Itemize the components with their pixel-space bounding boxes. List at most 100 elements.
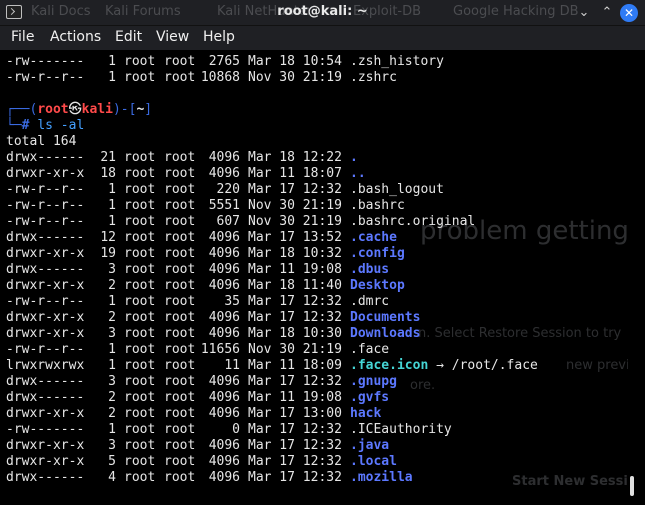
owner: root — [124, 374, 156, 389]
file-name: .bashrc — [350, 198, 405, 213]
modified-date: Nov 30 21:19 — [248, 70, 342, 85]
owner: root — [124, 198, 156, 213]
link-count: 1 — [108, 54, 116, 69]
owner: root — [124, 326, 156, 341]
modified-date: Nov 30 21:19 — [248, 342, 342, 357]
link-count: 1 — [108, 358, 116, 373]
file-size: 10868 — [200, 70, 240, 85]
permissions: drwx------ — [6, 262, 85, 277]
ghost-restore-text: n. Select Restore Session to try — [418, 326, 622, 341]
owner: root — [124, 406, 156, 421]
group: root — [164, 406, 196, 421]
menu-view[interactable]: View — [156, 29, 189, 45]
file-size: 220 — [216, 182, 240, 197]
directory-name: .dbus — [350, 262, 390, 277]
prompt-at-symbol: ㉿ — [68, 102, 82, 117]
modified-date: Mar 17 12:32 — [248, 182, 342, 197]
link-count: 19 — [100, 246, 116, 261]
modified-date: Mar 17 12:32 — [248, 438, 342, 453]
name-cell: .config — [350, 246, 405, 262]
prompt-frame-bottom: └─ — [6, 118, 22, 133]
name-cell: .bashrc.original — [350, 214, 475, 230]
ghost-start-new-session: Start New Session — [512, 474, 628, 489]
name-cell: .gnupg — [350, 374, 397, 390]
file-name: .bashrc.original — [350, 214, 476, 229]
file-name: .bash_logout — [350, 182, 444, 197]
scroll-thumb[interactable] — [630, 476, 634, 496]
modified-date: Mar 11 18:09 — [248, 358, 342, 373]
group: root — [164, 198, 196, 213]
file-size: 4096 — [208, 310, 240, 325]
close-button[interactable]: ✕ — [620, 4, 638, 22]
file-size: 4096 — [208, 262, 240, 277]
file-size: 4096 — [208, 454, 240, 469]
link-count: 1 — [108, 422, 116, 437]
link-count: 2 — [108, 406, 116, 421]
permissions: -rw-r--r-- — [6, 214, 85, 229]
group: root — [164, 390, 196, 405]
symlink-name: .face.icon — [350, 358, 429, 373]
title-bar: Kali Docs Kali Forums Kali NetHunter Exp… — [0, 0, 645, 26]
name-cell: .gvfs — [350, 390, 389, 406]
name-cell: .ICEauthority — [350, 422, 452, 438]
permissions: drwx------ — [6, 230, 85, 245]
permissions: -rw-r--r-- — [6, 342, 85, 357]
prompt-frame-mid: )-[ — [112, 102, 137, 117]
directory-name: .gvfs — [350, 390, 390, 405]
file-name: .ICEauthority — [350, 422, 452, 437]
modified-date: Mar 18 10:54 — [248, 54, 342, 69]
minimize-button[interactable]: ⌄ — [575, 4, 593, 22]
file-name: .zsh_history — [350, 54, 444, 69]
file-size: 0 — [232, 422, 240, 437]
name-cell: .cache — [350, 230, 397, 246]
terminal-output[interactable]: problem getting you n. Select Restore Se… — [0, 50, 628, 505]
window-title: root@kali: ~ — [277, 4, 368, 19]
file-size: 11 — [224, 358, 240, 373]
group: root — [164, 342, 196, 357]
prompt-user: root — [37, 102, 69, 117]
maximize-button[interactable]: ⌃ — [598, 4, 616, 22]
modified-date: Mar 17 12:32 — [248, 454, 342, 469]
scrollbar[interactable] — [628, 50, 645, 505]
directory-name: .config — [350, 246, 405, 261]
file-size: 4096 — [208, 326, 240, 341]
link-count: 3 — [108, 262, 116, 277]
menu-edit[interactable]: Edit — [115, 29, 142, 45]
group: root — [164, 166, 196, 181]
link-count: 2 — [108, 310, 116, 325]
name-cell: Desktop — [350, 278, 405, 294]
modified-date: Mar 18 11:40 — [248, 278, 342, 293]
directory-name: .cache — [350, 230, 397, 245]
link-count: 1 — [108, 182, 116, 197]
owner: root — [124, 54, 156, 69]
file-size: 4096 — [208, 150, 240, 165]
directory-name: . — [350, 150, 358, 165]
modified-date: Nov 30 21:19 — [248, 198, 342, 213]
group: root — [164, 454, 196, 469]
permissions: drwx------ — [6, 390, 85, 405]
modified-date: Mar 17 13:00 — [248, 406, 342, 421]
name-cell: .java — [350, 438, 389, 454]
group: root — [164, 310, 196, 325]
ghost-more-text: ore. — [410, 378, 436, 393]
directory-name: .java — [350, 438, 390, 453]
name-cell: .local — [350, 454, 397, 470]
menu-help[interactable]: Help — [203, 29, 235, 45]
permissions: -rw------- — [6, 54, 85, 69]
name-cell: .face — [350, 342, 389, 358]
group: root — [164, 214, 196, 229]
menu-actions[interactable]: Actions — [50, 29, 101, 45]
permissions: drwxr-xr-x — [6, 310, 85, 325]
file-size: 11656 — [200, 342, 240, 357]
file-name: .dmrc — [350, 294, 390, 309]
permissions: -rw-r--r-- — [6, 70, 85, 85]
link-count: 1 — [108, 214, 116, 229]
prompt-hash: # — [21, 118, 30, 133]
menu-bar: File Actions Edit View Help — [0, 26, 645, 50]
permissions: drwx------ — [6, 374, 85, 389]
file-size: 4096 — [208, 278, 240, 293]
owner: root — [124, 294, 156, 309]
owner: root — [124, 310, 156, 325]
menu-file[interactable]: File — [11, 29, 34, 45]
file-name: .zshrc — [350, 70, 397, 85]
